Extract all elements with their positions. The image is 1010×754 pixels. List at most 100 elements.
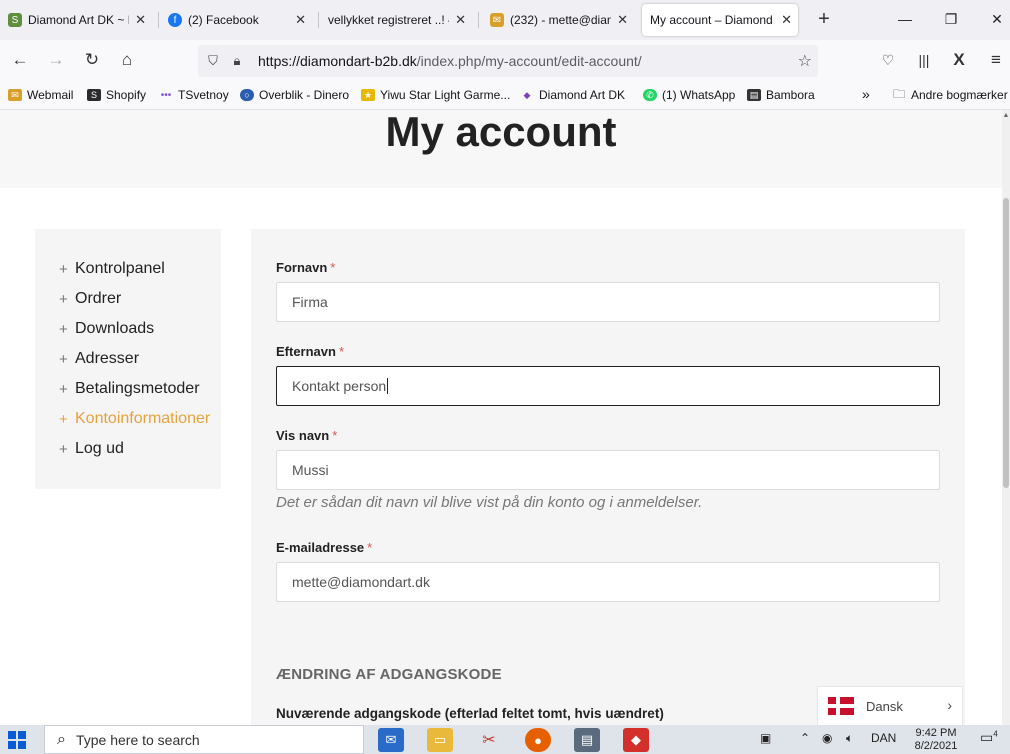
notifications-icon[interactable]: ▭4	[980, 729, 998, 746]
library-icon[interactable]: |||	[912, 49, 936, 73]
language-switcher[interactable]: Dansk ›	[817, 686, 963, 726]
chevron-up-icon[interactable]: ⌃	[800, 731, 810, 745]
windows-start-icon[interactable]	[8, 731, 26, 749]
edit-account-form: Fornavn * Firma Efternavn * Kontakt person…	[251, 229, 965, 725]
display-name-field[interactable]: Mussi	[276, 450, 940, 490]
last-name-field[interactable]: Kontakt person	[276, 366, 940, 406]
first-name-field[interactable]: Firma	[276, 282, 940, 322]
volume-icon[interactable]: 🔈︎	[846, 731, 853, 746]
display-name-label: Vis navn *	[276, 428, 338, 443]
display-name-hint: Det er sådan dit navn vil blive vist på …	[276, 494, 703, 511]
whatsapp-icon: ✆	[643, 89, 657, 101]
menu-icon[interactable]: ≡	[984, 49, 1008, 73]
file-explorer-icon[interactable]: ▭	[427, 728, 453, 752]
home-icon[interactable]: ⌂	[115, 49, 139, 73]
plus-icon: +	[59, 380, 68, 398]
email-field[interactable]: mette@diamondart.dk	[276, 562, 940, 602]
bookmark-whatsapp[interactable]: ✆ (1) WhatsApp	[643, 88, 735, 102]
bambora-icon: ▤	[747, 89, 761, 101]
bookmark-yiwu[interactable]: ★ Yiwu Star Light Garme...	[361, 88, 510, 102]
windows-taskbar: ⌕ Type here to search ✉ ▭ ✂ ● ▤ ◆ ▣ ⌃ ◉ …	[0, 725, 1010, 754]
minimize-icon[interactable]: —	[892, 8, 918, 32]
mail-icon: ✉	[8, 89, 22, 101]
mail-icon: ✉	[490, 13, 504, 27]
screen-icon[interactable]: ▣	[760, 731, 771, 745]
plus-icon: +	[59, 260, 68, 278]
close-window-icon[interactable]: ✕	[984, 8, 1010, 32]
close-tab-icon[interactable]: ✕	[295, 12, 306, 28]
pocket-icon[interactable]: ♡	[876, 49, 900, 73]
nav-item-kontrolpanel[interactable]: + Kontrolpanel	[35, 254, 221, 284]
browser-tab-bar: S Diamond Art DK ~ Kan ✕ f (2) Facebook …	[0, 0, 1010, 40]
forward-arrow-icon[interactable]: →	[44, 49, 68, 73]
close-tab-icon[interactable]: ✕	[455, 12, 466, 28]
page-scrollbar[interactable]: ▲	[1002, 110, 1010, 725]
reload-icon[interactable]: ↻	[80, 49, 104, 73]
plus-icon: +	[59, 410, 68, 428]
scrollbar-thumb[interactable]	[1003, 198, 1009, 488]
navigation-toolbar: ← → ↻ ⌂ ⛉ 🔒︎ https://diamondart-b2b.dk/i…	[0, 40, 1010, 82]
nav-item-ordrer[interactable]: + Ordrer	[35, 284, 221, 314]
last-name-label: Efternavn *	[276, 344, 345, 359]
dots-icon: •••	[160, 89, 172, 101]
first-name-label: Fornavn *	[276, 260, 336, 275]
shopify-icon: S	[87, 89, 101, 101]
notepad-app-icon[interactable]: ▤	[574, 728, 600, 752]
more-bookmarks-chevron-icon[interactable]: »	[862, 86, 870, 102]
shield-icon[interactable]: ⛉	[204, 53, 222, 69]
chevron-right-icon: ›	[947, 697, 952, 713]
search-icon: ⌕	[57, 730, 66, 748]
anydesk-icon[interactable]: ◆	[623, 728, 649, 752]
dinero-icon: ○	[240, 89, 254, 101]
url-text[interactable]: https://diamondart-b2b.dk/index.php/my-a…	[258, 53, 642, 69]
shopify-icon: S	[8, 13, 22, 27]
folder-icon: 🗀︎	[892, 86, 905, 101]
nav-item-log-ud[interactable]: + Log ud	[35, 434, 221, 464]
back-arrow-icon[interactable]: ←	[8, 49, 32, 73]
mail-app-icon[interactable]: ✉	[378, 728, 404, 752]
scroll-up-icon[interactable]: ▲	[1002, 112, 1010, 120]
current-password-label: Nuværende adgangskode (efterlad feltet t…	[276, 706, 664, 721]
tab-facebook[interactable]: f (2) Facebook ✕	[160, 0, 312, 40]
restore-icon[interactable]: ❐	[938, 8, 964, 32]
bookmark-shopify[interactable]: S Shopify	[87, 88, 146, 102]
tab-diamond-art[interactable]: S Diamond Art DK ~ Kan ✕	[0, 0, 152, 40]
tab-separator	[318, 12, 319, 28]
bookmark-bambora[interactable]: ▤ Bambora	[747, 88, 815, 102]
address-bar[interactable]: ⛉ 🔒︎ https://diamondart-b2b.dk/index.php…	[198, 45, 818, 77]
plus-icon: +	[59, 320, 68, 338]
tab-my-account[interactable]: My account – Diamond Art ✕	[642, 4, 798, 36]
taskbar-search-box[interactable]: ⌕ Type here to search	[44, 725, 364, 754]
lock-icon[interactable]: 🔒︎	[228, 53, 246, 69]
new-tab-icon[interactable]: +	[812, 8, 836, 32]
bookmark-webmail[interactable]: ✉ Webmail	[8, 88, 73, 102]
plus-icon: +	[59, 350, 68, 368]
network-icon[interactable]: ◉	[822, 731, 832, 745]
tab-mail[interactable]: ✉ (232) - mette@diamond ✕	[482, 0, 634, 40]
extension-x-icon[interactable]: X	[947, 49, 971, 73]
other-bookmarks[interactable]: 🗀︎ Andre bogmærker	[892, 86, 1008, 103]
tab-separator	[478, 12, 479, 28]
page-header: My account	[0, 110, 1002, 188]
taskbar-clock[interactable]: 9:42 PM 8/2/2021	[906, 727, 966, 753]
account-navigation: + Kontrolpanel + Ordrer + Downloads + Adress…	[35, 229, 221, 489]
close-tab-icon[interactable]: ✕	[135, 12, 146, 28]
bookmark-dinero[interactable]: ○ Overblik - Dinero	[240, 88, 349, 102]
nav-item-kontoinformationer[interactable]: + Kontoinformationer	[35, 404, 221, 434]
close-tab-icon[interactable]: ✕	[781, 12, 792, 28]
nav-item-betalingsmetoder[interactable]: + Betalingsmetoder	[35, 374, 221, 404]
nav-item-adresser[interactable]: + Adresser	[35, 344, 221, 374]
firefox-icon[interactable]: ●	[525, 728, 551, 752]
scissors-app-icon[interactable]: ✂	[476, 728, 502, 752]
nav-item-downloads[interactable]: + Downloads	[35, 314, 221, 344]
bookmark-tsvetnoy[interactable]: ••• TSvetnoy	[159, 88, 229, 102]
danish-flag-icon	[828, 697, 854, 715]
close-tab-icon[interactable]: ✕	[617, 12, 628, 28]
input-language[interactable]: DAN	[871, 731, 896, 745]
bookmark-star-icon[interactable]: ☆	[798, 51, 812, 71]
plus-icon: +	[59, 440, 68, 458]
bookmark-diamond-art[interactable]: ◆ Diamond Art DK	[520, 88, 626, 102]
facebook-icon: f	[168, 13, 182, 27]
text-caret	[387, 378, 389, 394]
tab-registration[interactable]: vellykket registreret ..! – Ma ✕	[320, 0, 472, 40]
